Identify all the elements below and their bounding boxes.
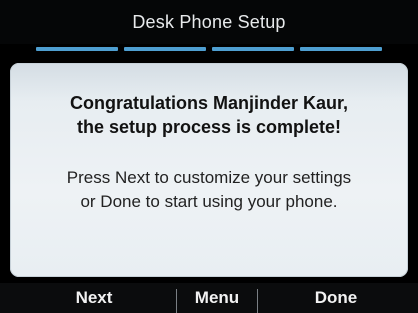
softkey-bar: Next Menu Done <box>0 283 418 313</box>
dialog-message-line: Press Next to customize your settings <box>66 168 352 187</box>
completion-dialog: Congratulations Manjinder Kaur, the setu… <box>10 63 408 277</box>
done-softkey[interactable]: Done <box>260 283 412 313</box>
header-bar: Desk Phone Setup <box>0 0 418 44</box>
screen-title: Desk Phone Setup <box>132 12 286 32</box>
setup-progress-bar <box>36 47 382 51</box>
dialog-title-line: the setup process is complete! <box>76 117 342 137</box>
dialog-message: Press Next to customize your settings or… <box>10 166 408 214</box>
phone-screen: Desk Phone Setup Congratulations Manjind… <box>0 0 418 313</box>
dialog-title-line: Congratulations Manjinder Kaur, <box>69 93 349 113</box>
dialog-title: Congratulations Manjinder Kaur, the setu… <box>10 91 408 139</box>
next-softkey[interactable]: Next <box>18 283 170 313</box>
dialog-message-line: or Done to start using your phone. <box>80 192 338 211</box>
progress-segment <box>36 47 118 51</box>
progress-segment <box>212 47 294 51</box>
softkey-divider <box>176 289 177 313</box>
menu-softkey[interactable]: Menu <box>178 283 256 313</box>
progress-segment <box>300 47 382 51</box>
progress-segment <box>124 47 206 51</box>
softkey-divider <box>257 289 258 313</box>
